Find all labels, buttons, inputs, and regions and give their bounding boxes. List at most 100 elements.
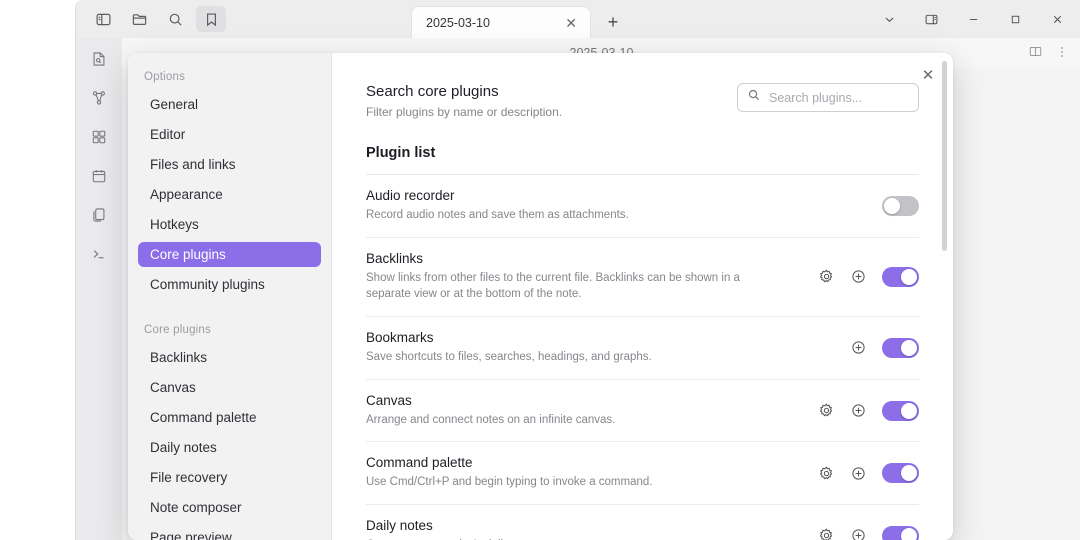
- sidebar-plugin-command-palette[interactable]: Command palette: [138, 405, 321, 430]
- plus-circle-icon[interactable]: [850, 268, 867, 285]
- modal-scrollbar[interactable]: [942, 61, 947, 532]
- plugin-row-backlinks: Backlinks Show links from other files to…: [366, 238, 919, 317]
- search-label-block: Search core plugins Filter plugins by na…: [366, 83, 562, 119]
- sidebar-options-list: General Editor Files and links Appearanc…: [128, 92, 331, 297]
- note-header-actions: [1028, 44, 1069, 62]
- screen: 2025-03-10 ✕ +: [0, 0, 1080, 540]
- plugin-toggle[interactable]: [882, 401, 919, 421]
- modal-scrollbar-thumb[interactable]: [942, 61, 947, 251]
- sidebar-plugin-note-composer[interactable]: Note composer: [138, 495, 321, 520]
- search-icon: [747, 88, 761, 107]
- bookmark-icon[interactable]: [196, 6, 226, 32]
- sidebar-item-community-plugins[interactable]: Community plugins: [138, 272, 321, 297]
- sidebar-options-heading: Options: [128, 71, 331, 83]
- right-sidebar-toggle-icon[interactable]: [911, 2, 951, 36]
- search-core-plugins-section: Search core plugins Filter plugins by na…: [366, 83, 919, 119]
- plugin-description: Save shortcuts to files, searches, headi…: [366, 349, 652, 366]
- settings-modal: ✕ Options General Editor Files and links…: [128, 53, 953, 540]
- terminal-icon[interactable]: [86, 241, 112, 267]
- plugin-controls: [882, 196, 919, 216]
- plugin-name: Audio recorder: [366, 188, 629, 203]
- minimize-icon[interactable]: [953, 2, 993, 36]
- gear-icon[interactable]: [818, 268, 835, 285]
- close-icon[interactable]: [1037, 2, 1077, 36]
- chevron-down-icon[interactable]: [869, 2, 909, 36]
- plugin-toggle[interactable]: [882, 338, 919, 358]
- more-options-icon[interactable]: [1055, 45, 1069, 62]
- sidebar-toggle-icon[interactable]: [88, 6, 118, 32]
- sidebar-plugin-page-preview[interactable]: Page preview: [138, 525, 321, 540]
- sidebar-item-general[interactable]: General: [138, 92, 321, 117]
- new-note-icon[interactable]: [86, 46, 112, 72]
- plugin-row-bookmarks: Bookmarks Save shortcuts to files, searc…: [366, 317, 919, 380]
- plus-circle-icon[interactable]: [850, 465, 867, 482]
- plus-circle-icon[interactable]: [850, 402, 867, 419]
- sidebar-item-core-plugins[interactable]: Core plugins: [138, 242, 321, 267]
- search-icon[interactable]: [160, 6, 190, 32]
- plugin-controls: [850, 338, 919, 358]
- window-controls: [869, 0, 1080, 38]
- sidebar-core-plugins-heading: Core plugins: [128, 324, 331, 336]
- toggle-knob: [901, 340, 917, 356]
- search-section-subtitle: Filter plugins by name or description.: [366, 105, 562, 119]
- plugin-list-heading: Plugin list: [366, 145, 919, 175]
- sidebar-item-hotkeys[interactable]: Hotkeys: [138, 212, 321, 237]
- tab-title: 2025-03-10: [426, 16, 490, 30]
- plugin-description: Arrange and connect notes on an infinite…: [366, 412, 615, 429]
- plugin-controls: [818, 401, 919, 421]
- graph-view-icon[interactable]: [86, 85, 112, 111]
- tab-strip: 2025-03-10 ✕ +: [411, 0, 869, 38]
- plugin-description: Use Cmd/Ctrl+P and begin typing to invok…: [366, 474, 652, 491]
- search-plugins-input[interactable]: [769, 91, 904, 105]
- gear-icon[interactable]: [818, 402, 835, 419]
- plugin-name: Backlinks: [366, 251, 766, 266]
- canvas-grid-icon[interactable]: [86, 124, 112, 150]
- toggle-knob: [901, 528, 917, 540]
- plugin-row-command-palette: Command palette Use Cmd/Ctrl+P and begin…: [366, 442, 919, 505]
- plugin-name: Daily notes: [366, 518, 538, 533]
- plugin-row-audio-recorder: Audio recorder Record audio notes and sa…: [366, 175, 919, 238]
- plugin-controls: [818, 526, 919, 540]
- reading-view-icon[interactable]: [1028, 44, 1043, 62]
- plugin-toggle[interactable]: [882, 267, 919, 287]
- new-tab-button[interactable]: +: [599, 8, 627, 36]
- plugin-toggle[interactable]: [882, 196, 919, 216]
- plugin-text: Canvas Arrange and connect notes on an i…: [366, 393, 615, 429]
- plugin-toggle[interactable]: [882, 463, 919, 483]
- plugin-row-daily-notes: Daily notes Create or open today's daily…: [366, 505, 919, 540]
- modal-close-icon[interactable]: ✕: [917, 64, 939, 86]
- sidebar-plugin-canvas[interactable]: Canvas: [138, 375, 321, 400]
- plugin-controls: [818, 267, 919, 287]
- plugin-name: Command palette: [366, 455, 652, 470]
- tab-2025-03-10[interactable]: 2025-03-10 ✕: [411, 6, 591, 38]
- gear-icon[interactable]: [818, 527, 835, 540]
- search-section-title: Search core plugins: [366, 83, 562, 100]
- tab-close-icon[interactable]: ✕: [562, 14, 580, 32]
- plus-circle-icon[interactable]: [850, 527, 867, 540]
- sidebar-plugin-daily-notes[interactable]: Daily notes: [138, 435, 321, 460]
- sidebar-item-editor[interactable]: Editor: [138, 122, 321, 147]
- settings-content: Search core plugins Filter plugins by na…: [332, 53, 953, 540]
- sidebar-plugin-backlinks[interactable]: Backlinks: [138, 345, 321, 370]
- titlebar-left-icons: [76, 6, 411, 32]
- sidebar-plugin-file-recovery[interactable]: File recovery: [138, 465, 321, 490]
- sidebar-divider-gap: [128, 302, 331, 324]
- gear-icon[interactable]: [818, 465, 835, 482]
- plugin-row-canvas: Canvas Arrange and connect notes on an i…: [366, 380, 919, 443]
- files-copy-icon[interactable]: [86, 202, 112, 228]
- folder-icon[interactable]: [124, 6, 154, 32]
- left-ribbon: [76, 38, 122, 540]
- plugin-text: Backlinks Show links from other files to…: [366, 251, 766, 303]
- plugin-toggle[interactable]: [882, 526, 919, 540]
- plugin-text: Command palette Use Cmd/Ctrl+P and begin…: [366, 455, 652, 491]
- sidebar-item-appearance[interactable]: Appearance: [138, 182, 321, 207]
- calendar-icon[interactable]: [86, 163, 112, 189]
- toggle-knob: [901, 403, 917, 419]
- plugin-controls: [818, 463, 919, 483]
- maximize-icon[interactable]: [995, 2, 1035, 36]
- sidebar-core-plugins-list: Backlinks Canvas Command palette Daily n…: [128, 345, 331, 540]
- plus-circle-icon[interactable]: [850, 339, 867, 356]
- sidebar-item-files-and-links[interactable]: Files and links: [138, 152, 321, 177]
- search-plugins-box[interactable]: [737, 83, 919, 112]
- plugin-description: Show links from other files to the curre…: [366, 270, 766, 303]
